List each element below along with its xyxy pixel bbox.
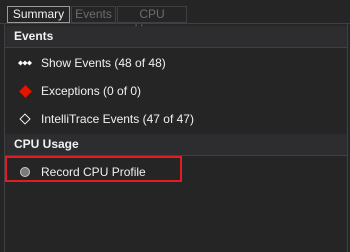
tab-cpu-usage[interactable]: CPU Usage [117,6,187,36]
tab-summary[interactable]: Summary [7,6,70,23]
show-events-label: Show Events (48 of 48) [41,56,166,70]
show-events-link[interactable]: Show Events (48 of 48) [18,52,166,74]
outline-diamond-icon [18,112,32,126]
cpu-usage-section-header: CPU Usage [5,134,347,156]
exceptions-link[interactable]: Exceptions (0 of 0) [18,80,141,102]
record-cpu-profile-button[interactable]: Record CPU Profile [18,161,146,183]
exceptions-label: Exceptions (0 of 0) [41,84,142,98]
summary-panel: Events Show Events (48 of 48) Exceptions… [4,24,348,252]
events-icon [18,56,32,70]
intellitrace-events-label: IntelliTrace Events (47 of 47) [41,112,194,126]
red-diamond-icon [18,84,32,98]
intellitrace-events-link[interactable]: IntelliTrace Events (47 of 47) [18,108,194,130]
record-cpu-profile-label: Record CPU Profile [41,165,146,179]
tab-bar: Summary Events CPU Usage [0,0,350,36]
record-circle-icon [18,165,32,179]
tab-events[interactable]: Events [71,6,116,23]
events-section-header: Events [5,26,347,48]
